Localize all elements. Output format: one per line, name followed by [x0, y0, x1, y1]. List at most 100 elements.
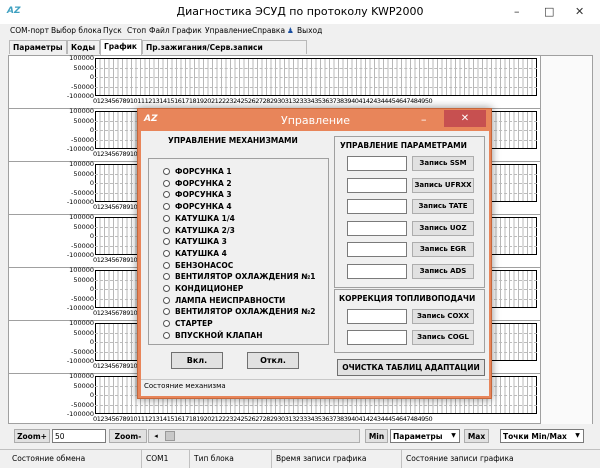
- mechanism-radio[interactable]: КАТУШКА 1/4: [163, 214, 235, 223]
- mechanism-radio[interactable]: ФОРСУНКА 1: [163, 167, 232, 176]
- mechanism-label: ФОРСУНКА 4: [175, 202, 232, 212]
- graph-side-panel: [540, 215, 592, 268]
- mechanism-label: БЕНЗОНАСОС: [175, 260, 234, 270]
- y-tick-label: -100000: [66, 357, 94, 365]
- grid-line: [95, 77, 537, 78]
- dialog-minimize-button[interactable]: –: [421, 113, 427, 126]
- menu-com-port[interactable]: COM-порт: [10, 26, 49, 35]
- tab-codes[interactable]: Коды: [67, 40, 100, 54]
- close-button[interactable]: ✕: [575, 5, 584, 18]
- x-tick-label: 28: [262, 415, 271, 423]
- menu-exit[interactable]: Выход: [297, 26, 322, 35]
- tab-graph[interactable]: График: [100, 39, 142, 55]
- graph-scrollbar[interactable]: ◂: [148, 429, 360, 443]
- param-write-button[interactable]: Запись EGR: [412, 242, 474, 257]
- param-write-button[interactable]: Запись UFRXX: [412, 177, 474, 193]
- min-button[interactable]: Min: [365, 429, 388, 443]
- mechanism-radio[interactable]: ФОРСУНКА 3: [163, 190, 232, 199]
- zoom-plus-button[interactable]: Zoom+: [14, 429, 50, 443]
- radio-circle-icon: [163, 179, 170, 187]
- maximize-button[interactable]: □: [544, 5, 554, 18]
- param-write-button[interactable]: Запись UOZ: [412, 220, 474, 236]
- parameters-combo-value: Параметры: [393, 432, 443, 441]
- x-tick-label: 43: [373, 415, 381, 423]
- param-write-button[interactable]: Запись TATE: [412, 199, 474, 214]
- radio-circle-icon: [163, 203, 170, 211]
- mechanism-radio[interactable]: ВПУСКНОЙ КЛАПАН: [163, 331, 262, 340]
- grid-line: [95, 67, 537, 69]
- param-write-button[interactable]: Запись ADS: [412, 263, 474, 279]
- mechanism-radio[interactable]: ЛАМПА НЕИСПРАВНОСТИ: [163, 296, 285, 305]
- param-input[interactable]: [347, 177, 407, 193]
- graph-side-panel: [540, 268, 592, 321]
- x-tick-label: 25: [240, 415, 249, 423]
- menu-stop[interactable]: Стоп: [127, 26, 146, 35]
- y-tick-label: -50000: [70, 188, 94, 197]
- x-tick-label: 40: [351, 415, 359, 423]
- x-tick-label: 33: [299, 415, 308, 423]
- x-tick-label: 16: [174, 415, 182, 423]
- scroll-thumb[interactable]: [165, 431, 175, 441]
- y-tick-label: 100000: [69, 213, 94, 221]
- dialog-close-button[interactable]: ✕: [444, 110, 486, 127]
- y-tick-label: 100000: [69, 160, 94, 168]
- menu-select-block[interactable]: Выбор блока: [51, 26, 102, 35]
- max-button[interactable]: Max: [464, 429, 489, 443]
- zoom-value-field[interactable]: 50: [52, 429, 106, 443]
- x-tick-label: 27: [255, 415, 263, 423]
- menu-bar: COM-порт Выбор блока Пуск Стоп Файл Граф…: [0, 24, 600, 39]
- dialog-status: Состояние механизма: [141, 379, 489, 393]
- on-button[interactable]: Вкл.: [171, 352, 223, 369]
- mechanism-radio[interactable]: БЕНЗОНАСОС: [163, 261, 233, 270]
- mechanism-label: ФОРСУНКА 1: [175, 167, 232, 176]
- fuel-write-button[interactable]: Запись COGL: [412, 330, 474, 345]
- tab-ignition-service[interactable]: Пр.зажигания/Серв.записи: [142, 40, 307, 54]
- fuel-title: КОРРЕКЦИЯ ТОПЛИВОПОДАЧИ: [339, 294, 476, 303]
- param-input[interactable]: [347, 263, 407, 279]
- x-tick-label: 49: [417, 415, 426, 423]
- mechanism-radio[interactable]: КАТУШКА 3: [163, 237, 227, 246]
- param-input[interactable]: [347, 156, 407, 171]
- mechanism-radio[interactable]: КАТУШКА 2/3: [163, 226, 235, 235]
- mechanism-radio[interactable]: КАТУШКА 4: [163, 249, 227, 258]
- fuel-input[interactable]: [347, 309, 407, 324]
- mechanism-label: КАТУШКА 2/3: [175, 225, 235, 235]
- menu-help[interactable]: Справка: [252, 26, 285, 35]
- param-write-button[interactable]: Запись SSM: [412, 156, 474, 171]
- dialog-client: УПРАВЛЕНИЕ МЕХАНИЗМАМИ ФОРСУНКА 1 ФОРСУНК…: [141, 131, 489, 396]
- zoom-minus-button[interactable]: Zoom-: [109, 429, 147, 443]
- minimize-button[interactable]: –: [514, 5, 520, 18]
- scroll-left-icon[interactable]: ◂: [150, 431, 162, 441]
- mechanism-radio[interactable]: СТАРТЕР: [163, 319, 213, 328]
- x-tick-label: 22: [218, 415, 226, 423]
- mechanism-label: ВПУСКНОЙ КЛАПАН: [175, 330, 263, 340]
- menu-file[interactable]: Файл: [149, 26, 170, 35]
- fuel-input[interactable]: [347, 330, 407, 345]
- mechanism-radio[interactable]: ФОРСУНКА 2: [163, 179, 232, 188]
- clear-adaptation-button[interactable]: ОЧИСТКА ТАБЛИЦ АДАПТАЦИИ: [337, 359, 485, 376]
- menu-graph[interactable]: График: [172, 26, 202, 35]
- parameters-combo[interactable]: Параметры ▼: [390, 429, 460, 443]
- x-tick-label: 30: [277, 415, 285, 423]
- fuel-write-button[interactable]: Запись COXX: [412, 309, 474, 324]
- mechanism-radio[interactable]: ВЕНТИЛЯТОР ОХЛАЖДЕНИЯ №1: [163, 272, 315, 281]
- points-combo[interactable]: Точки Min/Max ▼: [500, 429, 584, 443]
- x-tick-label: 36: [321, 97, 330, 105]
- y-tick-label: 100000: [69, 54, 94, 62]
- mechanism-radio[interactable]: КОНДИЦИОНЕР: [163, 284, 243, 293]
- x-tick-label: 44: [380, 415, 389, 423]
- mechanism-radio[interactable]: ФОРСУНКА 4: [163, 202, 232, 211]
- param-input[interactable]: [347, 220, 407, 236]
- graph-side-panel: [540, 162, 592, 215]
- radio-circle-icon: [163, 226, 170, 234]
- x-tick-label: 46: [395, 97, 403, 105]
- tab-parameters[interactable]: Параметры: [9, 40, 67, 54]
- menu-start[interactable]: Пуск: [103, 26, 122, 35]
- x-tick-label: 33: [299, 97, 308, 105]
- off-button[interactable]: Откл.: [247, 352, 299, 369]
- radio-circle-icon: [163, 249, 170, 257]
- mechanism-radio[interactable]: ВЕНТИЛЯТОР ОХЛАЖДЕНИЯ №2: [163, 307, 315, 316]
- param-input[interactable]: [347, 242, 407, 257]
- menu-control[interactable]: Управление: [205, 26, 252, 35]
- param-input[interactable]: [347, 199, 407, 214]
